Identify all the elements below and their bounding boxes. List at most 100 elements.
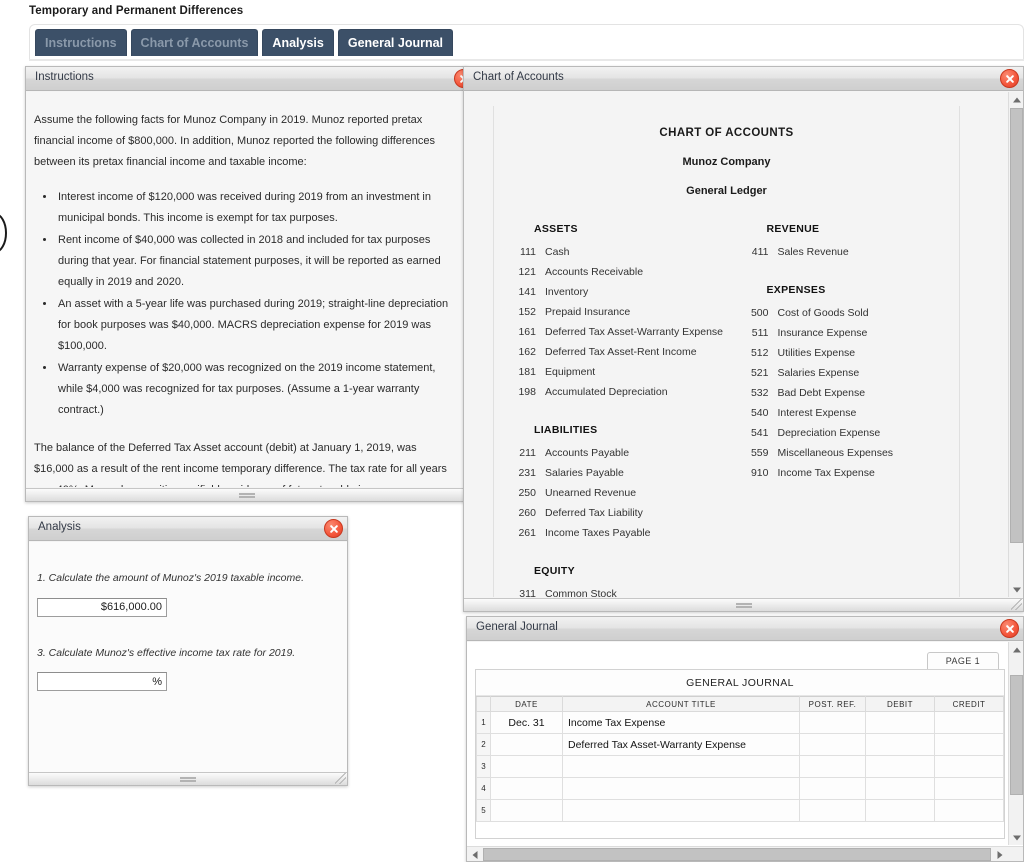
cell-account-title[interactable] <box>562 799 800 822</box>
coa-close-icon[interactable] <box>1000 69 1019 88</box>
scroll-left-icon[interactable] <box>467 847 482 861</box>
list-item: Interest income of $120,000 was received… <box>56 187 451 229</box>
instructions-titlebar[interactable]: Instructions <box>26 67 473 91</box>
cell-date[interactable] <box>490 777 563 800</box>
scroll-up-icon[interactable] <box>1009 642 1023 657</box>
cell-post-ref[interactable] <box>799 733 866 756</box>
list-item[interactable]: 141 Inventory <box>494 282 727 302</box>
effective-tax-rate-input[interactable] <box>37 672 167 691</box>
list-item[interactable]: 512 Utilities Expense <box>727 343 960 363</box>
cell-credit[interactable] <box>934 733 1004 756</box>
list-item[interactable]: 261 Income Taxes Payable <box>494 523 727 543</box>
gj-horizontal-scrollbar[interactable] <box>467 846 1023 861</box>
list-item[interactable]: 161 Deferred Tax Asset-Warranty Expense <box>494 322 727 342</box>
instructions-paragraph-1: Assume the following facts for Munoz Com… <box>34 114 435 168</box>
list-item[interactable]: 532 Bad Debt Expense <box>727 383 960 403</box>
account-number: 521 <box>750 367 769 379</box>
instructions-resize-grip[interactable] <box>238 493 255 498</box>
list-item[interactable]: 260 Deferred Tax Liability <box>494 503 727 523</box>
account-title: Sales Revenue <box>777 246 849 258</box>
cell-credit[interactable] <box>934 799 1004 822</box>
list-item: An asset with a 5-year life was purchase… <box>56 294 451 357</box>
instructions-body: Assume the following facts for Munoz Com… <box>26 92 467 487</box>
coa-resize-corner[interactable] <box>1011 599 1022 610</box>
list-item[interactable]: 311 Common Stock <box>494 584 727 597</box>
cell-date[interactable] <box>490 799 563 822</box>
gj-header-row: DATE ACCOUNT TITLE POST. REF. DEBIT CRED… <box>476 696 1004 712</box>
coa-section-assets-label: ASSETS <box>534 223 578 235</box>
account-title: Utilities Expense <box>777 347 856 359</box>
gj-scroll-area: PAGE 1 GENERAL JOURNAL DATE ACCOUNT TITL… <box>467 642 1007 845</box>
coa-vertical-scrollbar[interactable] <box>1008 92 1023 597</box>
list-item[interactable]: 540 Interest Expense <box>727 403 960 423</box>
gj-close-icon[interactable] <box>1000 619 1019 638</box>
list-item[interactable]: 411 Sales Revenue <box>727 242 960 262</box>
coa-scroll-thumb[interactable] <box>1010 108 1023 543</box>
taxable-income-input[interactable] <box>37 597 167 617</box>
scroll-down-icon[interactable] <box>1009 582 1023 597</box>
coa-resize-grip[interactable] <box>735 603 752 608</box>
table-row: 3 <box>476 755 1004 778</box>
account-title: Cash <box>545 246 570 258</box>
cell-debit[interactable] <box>865 777 935 800</box>
account-title: Depreciation Expense <box>777 427 881 439</box>
cell-post-ref[interactable] <box>799 755 866 778</box>
cell-account-title[interactable]: Income Tax Expense <box>562 711 800 734</box>
list-item[interactable]: 162 Deferred Tax Asset-Rent Income <box>494 342 727 362</box>
column-header-credit: CREDIT <box>934 696 1004 712</box>
list-item[interactable]: 559 Miscellaneous Expenses <box>727 443 960 463</box>
cell-account-title[interactable]: Deferred Tax Asset-Warranty Expense <box>562 733 800 756</box>
list-item[interactable]: 521 Salaries Expense <box>727 363 960 383</box>
gj-scroll-thumb-v[interactable] <box>1010 675 1023 795</box>
gj-vertical-scrollbar[interactable] <box>1008 642 1023 845</box>
tab-general-journal[interactable]: General Journal <box>337 29 454 56</box>
cell-debit[interactable] <box>865 799 935 822</box>
cell-credit[interactable] <box>934 777 1004 800</box>
list-item[interactable]: 152 Prepaid Insurance <box>494 302 727 322</box>
tab-instructions[interactable]: Instructions <box>35 29 127 56</box>
list-item[interactable]: 231 Salaries Payable <box>494 463 727 483</box>
account-number: 532 <box>750 387 769 399</box>
analysis-resize-corner[interactable] <box>335 773 346 784</box>
list-item[interactable]: 511 Insurance Expense <box>727 323 960 343</box>
scroll-up-icon[interactable] <box>1009 92 1023 107</box>
cell-date[interactable] <box>490 733 563 756</box>
cell-credit[interactable] <box>934 711 1004 734</box>
list-item[interactable]: 250 Unearned Revenue <box>494 483 727 503</box>
cell-post-ref[interactable] <box>799 711 866 734</box>
list-item[interactable]: 500 Cost of Goods Sold <box>727 303 960 323</box>
coa-ledger: General Ledger <box>686 185 767 197</box>
analysis-resize-grip[interactable] <box>180 777 196 782</box>
tab-analysis[interactable]: Analysis <box>262 29 334 56</box>
list-item[interactable]: 111 Cash <box>494 242 727 262</box>
list-item[interactable]: 121 Accounts Receivable <box>494 262 727 282</box>
coa-titlebar[interactable]: Chart of Accounts <box>464 67 1023 91</box>
cell-debit[interactable] <box>865 755 935 778</box>
gj-banner: GENERAL JOURNAL <box>476 670 1004 696</box>
scroll-down-icon[interactable] <box>1009 830 1023 845</box>
list-item[interactable]: 910 Income Tax Expense <box>727 463 960 483</box>
list-item[interactable]: 181 Equipment <box>494 362 727 382</box>
cell-credit[interactable] <box>934 755 1004 778</box>
cell-date[interactable]: Dec. 31 <box>490 711 563 734</box>
gj-scroll-thumb-h[interactable] <box>483 848 991 861</box>
cell-debit[interactable] <box>865 711 935 734</box>
list-item[interactable]: 541 Depreciation Expense <box>727 423 960 443</box>
analysis-close-icon[interactable] <box>324 519 343 538</box>
analysis-titlebar[interactable]: Analysis <box>29 517 347 541</box>
tab-chart-of-accounts[interactable]: Chart of Accounts <box>130 29 259 56</box>
cell-date[interactable] <box>490 755 563 778</box>
account-number: 198 <box>518 386 536 398</box>
cell-debit[interactable] <box>865 733 935 756</box>
list-item[interactable]: 211 Accounts Payable <box>494 443 727 463</box>
scroll-right-icon[interactable] <box>992 847 1007 861</box>
cell-account-title[interactable] <box>562 777 800 800</box>
cell-account-title[interactable] <box>562 755 800 778</box>
coa-heading: CHART OF ACCOUNTS <box>659 127 794 139</box>
cell-post-ref[interactable] <box>799 799 866 822</box>
gj-page-tab[interactable]: PAGE 1 <box>926 652 999 670</box>
list-item[interactable]: 198 Accumulated Depreciation <box>494 382 727 402</box>
cell-post-ref[interactable] <box>799 777 866 800</box>
gj-titlebar[interactable]: General Journal <box>467 617 1023 641</box>
coa-left-column: ASSETS 111 Cash 121 Accounts Receivable 14… <box>494 223 727 597</box>
